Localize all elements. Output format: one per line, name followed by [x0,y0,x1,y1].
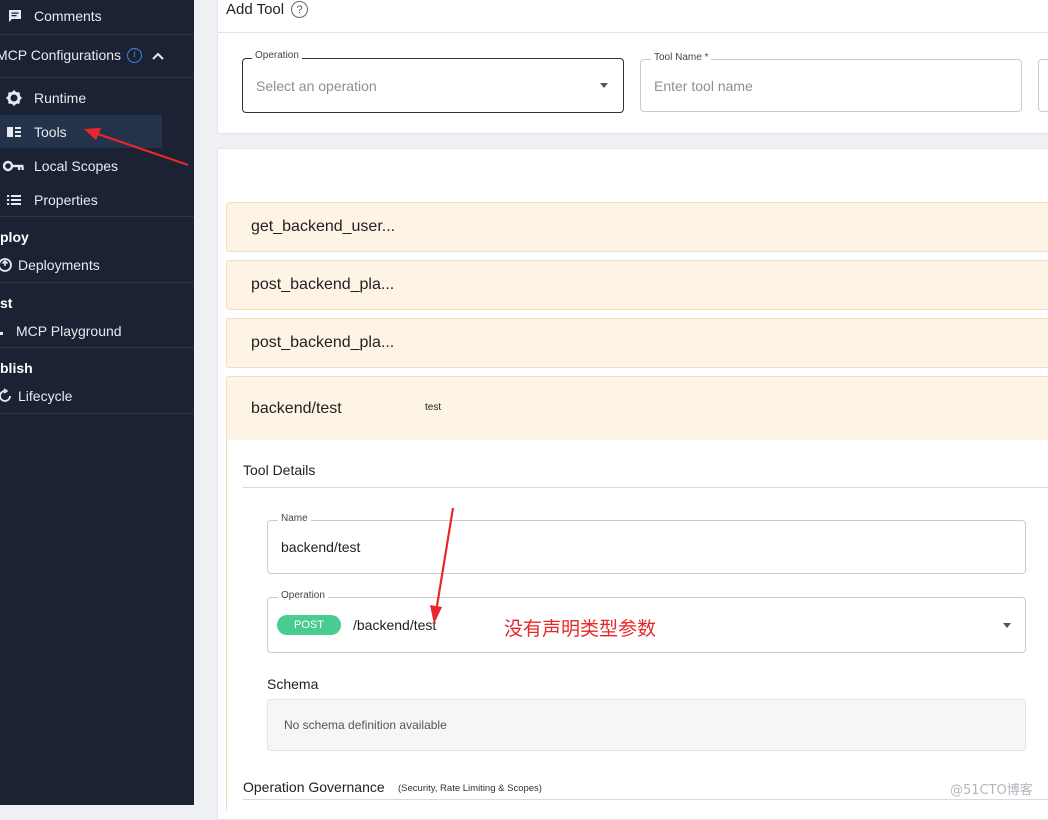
watermark: @51CTO博客 [950,783,1033,798]
annotation-arrow-operation [430,507,455,624]
annotation-arrow-tools [84,128,189,167]
annotation-text: 没有声明类型参数 [504,618,657,640]
annotation-arrows [84,128,455,624]
